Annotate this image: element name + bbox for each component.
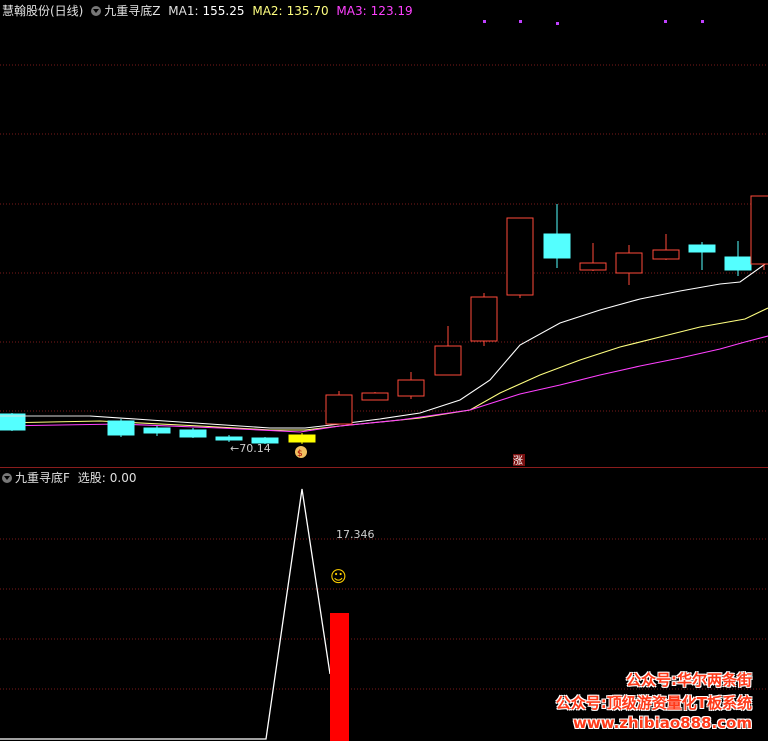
grid-lines: [0, 538, 768, 690]
candle-body: [107, 420, 135, 436]
candle-body: [506, 217, 534, 296]
candle-body: [397, 379, 425, 397]
signal-dot: [483, 20, 486, 23]
candle-body: [288, 434, 316, 443]
signal-dot: [519, 20, 522, 23]
main-kline-panel[interactable]: ←70.14 $ 涨 慧翰股份(日线) 九重寻底Z MA1: 155.25 MA2…: [0, 0, 768, 468]
candle-body: [750, 195, 768, 265]
signal-bar: [330, 613, 349, 741]
candle-body: [361, 392, 389, 401]
rise-marker-icon: 涨: [513, 454, 525, 467]
candle-body: [579, 262, 607, 271]
stock-title: 慧翰股份(日线): [2, 4, 84, 18]
candle-body: [434, 345, 462, 376]
select-value: 0.00: [109, 471, 137, 485]
panel-divider[interactable]: [0, 467, 768, 468]
watermark-line-3: www.zhibiao888.com: [572, 714, 752, 732]
ma1-value: 155.25: [202, 4, 245, 18]
grid-lines: [0, 64, 768, 412]
indicator-name[interactable]: 九重寻底F: [15, 471, 70, 485]
kline-chart[interactable]: ←70.14 $ 涨: [0, 0, 768, 468]
select-label: 选股:: [77, 471, 106, 485]
candlesticks: [0, 195, 768, 444]
moving-average-lines: [0, 261, 768, 433]
ma1-line: [0, 261, 768, 429]
top-header: 慧翰股份(日线) 九重寻底Z MA1: 155.25 MA2: 135.70 MA3…: [2, 2, 417, 20]
candle-body: [543, 233, 571, 259]
svg-text:$: $: [297, 449, 303, 459]
signal-dot: [701, 20, 704, 23]
candle-body: [215, 436, 243, 441]
signal-dot: [556, 22, 559, 25]
candle-body: [615, 252, 643, 274]
candle-body: [724, 256, 752, 271]
watermark-line-2: 公众号:顶级游资量化T板系统: [555, 694, 752, 712]
candle-body: [470, 296, 498, 342]
indicator-value-label: 17.346: [336, 528, 375, 541]
signal-dots: [483, 20, 704, 25]
indicator-name[interactable]: 九重寻底Z: [104, 4, 160, 18]
bottom-header: 九重寻底F 选股: 0.00: [2, 469, 141, 487]
low-price-label: ←70.14: [230, 442, 271, 455]
candle-body: [143, 427, 171, 434]
ma2-value: 135.70: [286, 4, 329, 18]
dropdown-icon[interactable]: [91, 6, 102, 16]
dropdown-icon[interactable]: [2, 473, 12, 483]
signal-dot: [664, 20, 667, 23]
candle-body: [652, 249, 680, 260]
candle-body: [325, 394, 353, 425]
ma3-value: 123.19: [370, 4, 413, 18]
smile-icon: ☺: [330, 567, 347, 586]
candle-body: [688, 244, 716, 253]
money-bag-icon: $: [295, 446, 307, 459]
rise-marker-label: 涨: [513, 455, 523, 467]
indicator-line: [0, 488, 331, 740]
ma2-line: [0, 307, 768, 431]
ma3-label: MA3:: [336, 4, 367, 18]
candle-body: [179, 429, 207, 438]
watermark-line-1: 公众号:华尔两条街: [626, 671, 752, 689]
ma2-label: MA2:: [252, 4, 283, 18]
ma1-label: MA1:: [168, 4, 199, 18]
